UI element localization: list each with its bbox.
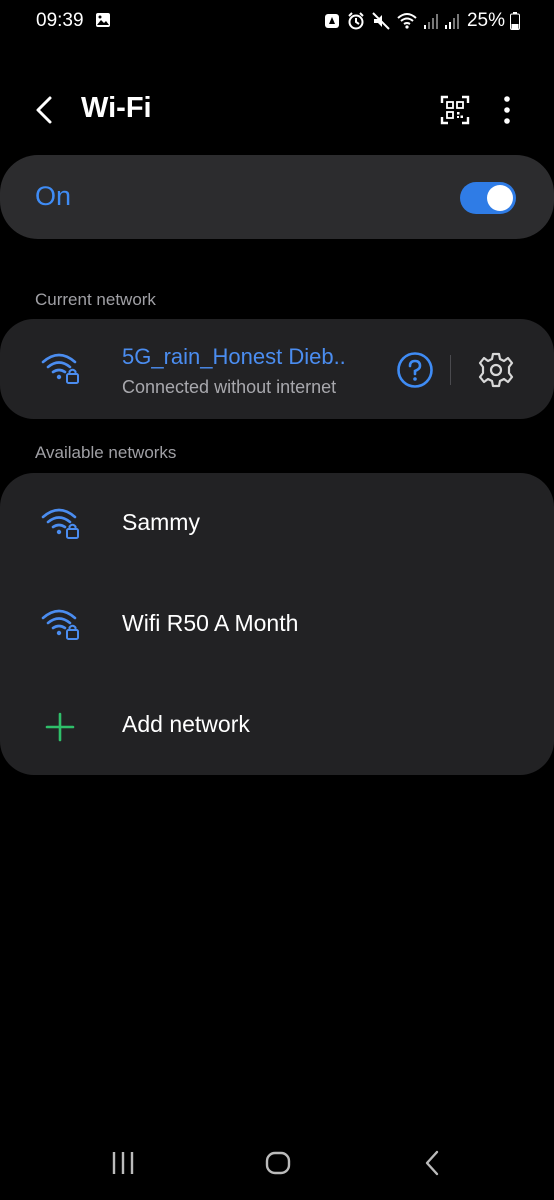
chevron-left-icon[interactable] [28,94,64,126]
status-icons: 25% [323,10,520,32]
signal-icon [444,14,459,29]
signal-icon [423,14,438,29]
mute-icon [372,12,390,30]
wifi-switch[interactable] [460,182,516,214]
status-bar: 09:39 25% [0,0,554,44]
notification-icon [324,14,339,28]
status-time: 09:39 [36,10,84,31]
network-item-wifi-r50[interactable]: Wifi R50 A Month [0,574,554,674]
alarm-icon [348,12,364,30]
gallery-icon [96,13,110,27]
network-name: Sammy [122,509,200,535]
wifi-icon [397,13,417,29]
wifi-lock-icon [41,609,79,640]
available-networks-header: Available networks [35,443,177,462]
available-networks-card: Sammy Wifi R50 A Month Add network [0,473,554,775]
qr-code-icon[interactable] [440,95,470,125]
wifi-toggle-label: On [35,181,72,211]
help-circle-icon[interactable] [396,351,434,389]
battery-icon [510,12,520,30]
divider [450,355,451,385]
navigation-bar [0,1140,554,1190]
add-network-label: Add network [122,711,250,737]
wifi-lock-icon [41,353,79,384]
plus-icon [45,712,75,742]
more-vertical-icon[interactable] [494,94,520,126]
current-network-status: Connected without internet [122,377,337,397]
add-network-button[interactable]: Add network [0,675,554,775]
wifi-lock-icon [41,508,79,539]
home-icon[interactable] [264,1148,292,1178]
app-header: Wi-Fi [0,80,554,140]
network-name: Wifi R50 A Month [122,610,299,636]
wifi-toggle-row[interactable]: On [0,155,554,239]
page-title: Wi-Fi [81,92,152,124]
back-nav-icon[interactable] [420,1148,446,1178]
recent-apps-icon[interactable] [110,1148,136,1178]
current-network-header: Current network [35,290,156,309]
gear-icon[interactable] [476,350,516,390]
switch-knob [487,185,513,211]
battery-percent: 25% [466,10,505,31]
network-item-sammy[interactable]: Sammy [0,473,554,573]
current-network-name: 5G_rain_Honest Dieb.. [122,344,346,369]
